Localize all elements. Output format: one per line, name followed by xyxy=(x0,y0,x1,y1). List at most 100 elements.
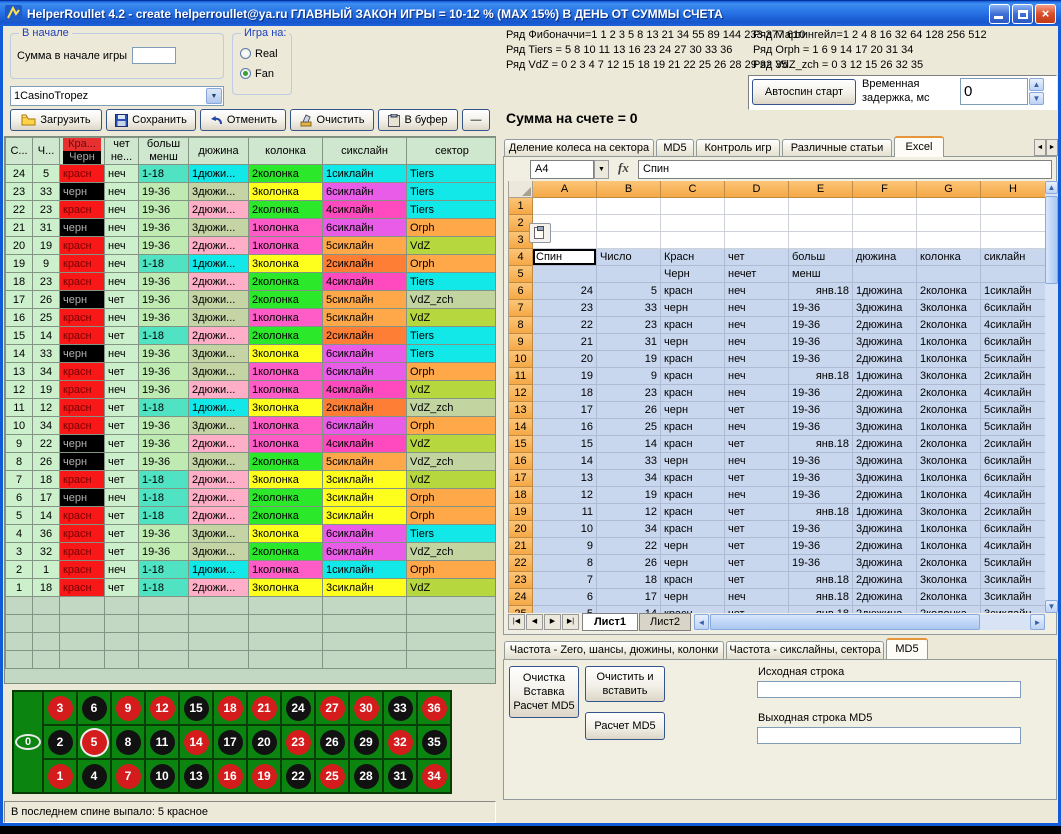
cell-number[interactable]: 26 xyxy=(33,453,60,471)
excel-cell[interactable]: 19-36 xyxy=(789,351,853,368)
undo-button[interactable]: Отменить xyxy=(200,109,286,131)
excel-cell[interactable]: 1колонка xyxy=(917,487,981,504)
save-button[interactable]: Сохранить xyxy=(106,109,196,131)
excel-cell[interactable] xyxy=(853,215,917,232)
cell-sector[interactable]: VdZ xyxy=(407,237,497,255)
empty-cell[interactable] xyxy=(6,597,33,615)
cell-range[interactable]: 19-36 xyxy=(139,201,189,219)
roulette-number[interactable]: 14 xyxy=(179,725,213,759)
cell-spin[interactable]: 8 xyxy=(6,453,33,471)
cell-column[interactable]: 1колонка xyxy=(249,237,323,255)
cell-parity[interactable]: неч xyxy=(105,381,139,399)
excel-cell[interactable]: 4сиклайн xyxy=(981,538,1045,555)
empty-cell[interactable] xyxy=(249,633,323,651)
excel-row-header[interactable]: 1 xyxy=(509,198,533,215)
excel-cell[interactable] xyxy=(853,198,917,215)
excel-cell[interactable]: чет xyxy=(725,470,789,487)
cell-range[interactable]: 19-36 xyxy=(139,237,189,255)
excel-cell[interactable] xyxy=(981,198,1045,215)
excel-cell[interactable]: 19 xyxy=(597,351,661,368)
cell-parity[interactable]: чет xyxy=(105,453,139,471)
excel-cell[interactable]: 5 xyxy=(533,606,597,613)
cell-color[interactable]: красн xyxy=(60,525,105,543)
excel-cell[interactable]: 4сиклайн xyxy=(981,385,1045,402)
excel-cell[interactable]: 14 xyxy=(533,453,597,470)
cell-color[interactable]: красн xyxy=(60,273,105,291)
cell-sector[interactable]: VdZ_zch xyxy=(407,453,497,471)
empty-cell[interactable] xyxy=(60,615,105,633)
cell-range[interactable]: 19-36 xyxy=(139,381,189,399)
cell-parity[interactable]: неч xyxy=(105,561,139,579)
cell-number[interactable]: 9 xyxy=(33,255,60,273)
roulette-number[interactable]: 31 xyxy=(383,759,417,793)
cell-number[interactable]: 17 xyxy=(33,489,60,507)
name-box-dropdown-button[interactable]: ▼ xyxy=(594,160,609,179)
empty-cell[interactable] xyxy=(323,633,407,651)
cell-dozen[interactable]: 1дюжи... xyxy=(189,255,249,273)
delay-spin-up-button[interactable]: ▲ xyxy=(1029,78,1044,91)
excel-row-header[interactable]: 23 xyxy=(509,572,533,589)
excel-cell[interactable] xyxy=(789,232,853,249)
excel-row-header[interactable]: 6 xyxy=(509,283,533,300)
excel-cell[interactable]: 5 xyxy=(597,283,661,300)
cell-sector[interactable]: Tiers xyxy=(407,345,497,363)
cell-color[interactable]: красн xyxy=(60,309,105,327)
md5-clear-paste-calc-button[interactable]: Очистка Вставка Расчет MD5 xyxy=(509,666,579,718)
excel-cell[interactable]: 3колонка xyxy=(917,504,981,521)
cell-number[interactable]: 18 xyxy=(33,471,60,489)
excel-cell[interactable]: 2дюжина xyxy=(853,538,917,555)
cell-sixline[interactable]: 2сиклайн xyxy=(323,327,407,345)
excel-cell[interactable]: 23 xyxy=(533,300,597,317)
cell-color[interactable]: черн xyxy=(60,453,105,471)
cell-range[interactable]: 19-36 xyxy=(139,453,189,471)
cell-number[interactable]: 23 xyxy=(33,201,60,219)
cell-dozen[interactable]: 2дюжи... xyxy=(189,273,249,291)
cell-column[interactable]: 2колонка xyxy=(249,327,323,345)
sheet-last-button[interactable]: ▶| xyxy=(562,614,579,630)
cell-dozen[interactable]: 3дюжи... xyxy=(189,183,249,201)
excel-cell[interactable]: 2дюжина xyxy=(853,436,917,453)
cell-dozen[interactable]: 3дюжи... xyxy=(189,309,249,327)
excel-cell[interactable] xyxy=(917,198,981,215)
maximize-button[interactable] xyxy=(1012,4,1033,24)
scroll-up-button[interactable]: ▲ xyxy=(1045,181,1058,194)
cell-range[interactable]: 19-36 xyxy=(139,219,189,237)
excel-cell[interactable]: 10 xyxy=(533,521,597,538)
roulette-number[interactable]: 6 xyxy=(77,691,111,725)
cell-number[interactable]: 36 xyxy=(33,525,60,543)
excel-cell[interactable]: красн xyxy=(661,283,725,300)
excel-cell[interactable]: черн xyxy=(661,402,725,419)
cell-dozen[interactable]: 2дюжи... xyxy=(189,327,249,345)
cell-spin[interactable]: 13 xyxy=(6,363,33,381)
excel-cell[interactable]: 2колонка xyxy=(917,589,981,606)
cell-sixline[interactable]: 4сиклайн xyxy=(323,201,407,219)
excel-cell[interactable]: 2колонка xyxy=(917,606,981,613)
excel-cell[interactable]: 9 xyxy=(533,538,597,555)
cell-range[interactable]: 1-18 xyxy=(139,165,189,183)
excel-cell[interactable] xyxy=(853,266,917,283)
excel-cell[interactable]: 23 xyxy=(597,317,661,334)
excel-cell[interactable] xyxy=(917,215,981,232)
cell-sector[interactable]: Orph xyxy=(407,507,497,525)
cell-sector[interactable]: Tiers xyxy=(407,165,497,183)
md5-output-input[interactable] xyxy=(757,727,1021,744)
tab-scroll-left-button[interactable]: ◄ xyxy=(1034,139,1046,156)
roulette-number[interactable]: 12 xyxy=(145,691,179,725)
roulette-number[interactable]: 7 xyxy=(111,759,145,793)
excel-cell[interactable]: черн xyxy=(661,538,725,555)
cell-number[interactable]: 32 xyxy=(33,543,60,561)
excel-cell[interactable]: 19-36 xyxy=(789,334,853,351)
cell-parity[interactable]: неч xyxy=(105,273,139,291)
tab-freq-sixlines[interactable]: Частота - сикслайны, сектора xyxy=(726,641,884,659)
roulette-number[interactable]: 13 xyxy=(179,759,213,793)
cell-sixline[interactable]: 6сиклайн xyxy=(323,219,407,237)
cell-number[interactable]: 34 xyxy=(33,363,60,381)
excel-cell[interactable]: неч xyxy=(725,351,789,368)
cell-number[interactable]: 14 xyxy=(33,327,60,345)
cell-color[interactable]: черн xyxy=(60,489,105,507)
excel-row-header[interactable]: 24 xyxy=(509,589,533,606)
sheet-tab-list2[interactable]: Лист2 xyxy=(639,613,691,631)
cell-number[interactable]: 25 xyxy=(33,309,60,327)
excel-cell[interactable] xyxy=(725,198,789,215)
cell-range[interactable]: 1-18 xyxy=(139,471,189,489)
